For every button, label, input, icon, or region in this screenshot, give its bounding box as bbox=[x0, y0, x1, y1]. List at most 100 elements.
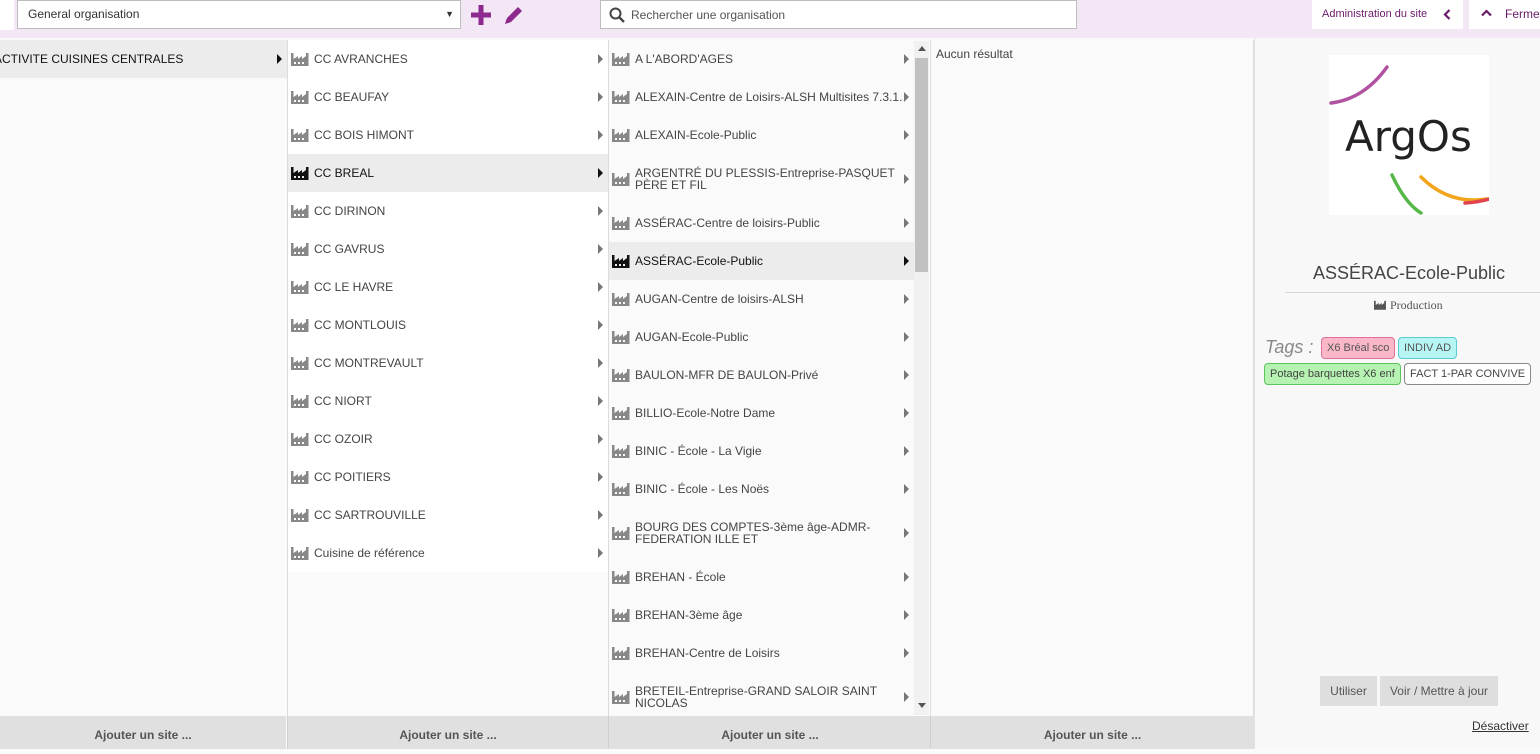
list-item-label: CC DIRINON bbox=[314, 204, 386, 218]
list-item-label: Cuisine de référence bbox=[314, 546, 425, 560]
list-item[interactable]: BREHAN-Centre de Loisirs bbox=[609, 634, 914, 672]
caret-right-icon bbox=[904, 408, 909, 418]
factory-icon bbox=[612, 571, 630, 584]
scroll-up-icon[interactable] bbox=[918, 46, 926, 51]
caret-right-icon bbox=[904, 332, 909, 342]
site-title: ASSÉRAC-Ecole-Public bbox=[1312, 263, 1506, 283]
list-item[interactable]: ALEXAIN-Centre de Loisirs-ALSH Multisite… bbox=[609, 78, 914, 116]
list-item[interactable]: ALEXAIN-Ecole-Public bbox=[609, 116, 914, 154]
add-site-button[interactable]: Ajouter un site ... bbox=[930, 716, 1254, 749]
list-item-activite-cuisines-centrales[interactable]: ACTIVITE CUISINES CENTRALES bbox=[0, 40, 287, 78]
factory-icon bbox=[612, 691, 630, 704]
organisation-select[interactable]: General organisation ▼ bbox=[17, 0, 461, 29]
view-update-button[interactable]: Voir / Mettre à jour bbox=[1380, 676, 1498, 706]
caret-right-icon bbox=[904, 54, 909, 64]
factory-icon bbox=[291, 357, 309, 370]
search-box[interactable] bbox=[600, 0, 1077, 29]
search-icon bbox=[609, 7, 625, 23]
close-button[interactable]: Fermer bbox=[1469, 0, 1540, 29]
caret-right-icon bbox=[598, 130, 603, 140]
list-item[interactable]: CC BOIS HIMONT bbox=[288, 116, 609, 154]
factory-icon bbox=[291, 433, 309, 446]
deactivate-link[interactable]: Désactiver bbox=[1472, 719, 1529, 733]
list-item[interactable]: CC SARTROUVILLE bbox=[288, 496, 609, 534]
plus-icon[interactable] bbox=[470, 4, 492, 26]
factory-icon bbox=[291, 91, 309, 104]
add-site-button[interactable]: Ajouter un site ... bbox=[287, 716, 608, 749]
list-item[interactable]: AUGAN-Ecole-Public bbox=[609, 318, 914, 356]
scrollbar-thumb[interactable] bbox=[915, 58, 928, 272]
list-item[interactable]: ARGENTRÉ DU PLESSIS-Entreprise-PASQUET P… bbox=[609, 154, 914, 204]
list-item[interactable]: BINIC - École - Les Noës bbox=[609, 470, 914, 508]
add-site-button[interactable]: Ajouter un site ... bbox=[0, 716, 286, 749]
list-item[interactable]: BREHAN - École bbox=[609, 558, 914, 596]
caret-right-icon bbox=[598, 358, 603, 368]
list-item[interactable]: CC OZOIR bbox=[288, 420, 609, 458]
column-list: A L'ABORD'AGES ALEXAIN-Centre de Loisirs… bbox=[609, 40, 914, 722]
caret-right-icon bbox=[904, 130, 909, 140]
caret-right-icon bbox=[904, 218, 909, 228]
site-type-label: Production bbox=[1390, 298, 1443, 312]
list-item[interactable]: ASSÉRAC-Ecole-Public bbox=[609, 242, 914, 280]
list-item[interactable]: CC BREAL bbox=[288, 154, 609, 192]
factory-icon bbox=[291, 129, 309, 142]
list-item-label: BRETEIL-Entreprise-GRAND SALOIR SAINT NI… bbox=[635, 684, 877, 710]
tag-badge: Potage barquettes X6 enf bbox=[1264, 363, 1401, 385]
column-sites: A L'ABORD'AGES ALEXAIN-Centre de Loisirs… bbox=[608, 40, 914, 716]
list-item[interactable]: CC AVRANCHES bbox=[288, 40, 609, 78]
search-input[interactable] bbox=[631, 5, 1061, 25]
list-item-label: BOURG DES COMPTES-3ème âge-ADMR-FEDERATI… bbox=[635, 520, 871, 546]
caret-right-icon bbox=[904, 370, 909, 380]
column-list: ACTIVITE CUISINES CENTRALES bbox=[0, 40, 287, 78]
list-item[interactable]: BILLIO-Ecole-Notre Dame bbox=[609, 394, 914, 432]
list-item[interactable]: AUGAN-Centre de loisirs-ALSH bbox=[609, 280, 914, 318]
list-item-label: ALEXAIN-Ecole-Public bbox=[635, 128, 757, 142]
site-admin-button[interactable]: Administration du site bbox=[1312, 0, 1463, 29]
list-item[interactable]: BOURG DES COMPTES-3ème âge-ADMR-FEDERATI… bbox=[609, 508, 914, 558]
organisation-logo: ArgOs bbox=[1329, 55, 1491, 215]
caret-right-icon bbox=[904, 294, 909, 304]
use-button[interactable]: Utiliser bbox=[1320, 676, 1377, 706]
factory-icon bbox=[612, 293, 630, 306]
add-site-button[interactable]: Ajouter un site ... bbox=[608, 716, 931, 749]
factory-icon bbox=[612, 369, 630, 382]
list-item-label: ALEXAIN-Centre de Loisirs-ALSH Multisite… bbox=[635, 91, 903, 103]
list-item[interactable]: BAULON-MFR DE BAULON-Privé bbox=[609, 356, 914, 394]
left-edge bbox=[0, 0, 14, 30]
list-item-label: BILLIO-Ecole-Notre Dame bbox=[635, 406, 776, 420]
list-item[interactable]: Cuisine de référence bbox=[288, 534, 609, 572]
list-item[interactable]: CC MONTLOUIS bbox=[288, 306, 609, 344]
caret-right-icon bbox=[598, 434, 603, 444]
site-admin-label: Administration du site bbox=[1322, 8, 1428, 20]
chevron-up-icon bbox=[1481, 9, 1492, 17]
list-item[interactable]: A L'ABORD'AGES bbox=[609, 40, 914, 78]
list-item-label: CC AVRANCHES bbox=[314, 52, 408, 66]
pencil-icon[interactable] bbox=[503, 4, 525, 26]
list-item-label: BAULON-MFR DE BAULON-Privé bbox=[635, 368, 819, 382]
caret-right-icon bbox=[904, 528, 909, 538]
list-item-label: CC NIORT bbox=[314, 394, 372, 408]
list-item[interactable]: BREHAN-3ème âge bbox=[609, 596, 914, 634]
list-item[interactable]: CC BEAUFAY bbox=[288, 78, 609, 116]
list-item[interactable]: CC DIRINON bbox=[288, 192, 609, 230]
chevron-down-icon: ▼ bbox=[445, 9, 454, 19]
list-item[interactable]: CC GAVRUS bbox=[288, 230, 609, 268]
list-item-label: ACTIVITE CUISINES CENTRALES bbox=[0, 52, 184, 66]
factory-icon bbox=[612, 129, 630, 142]
list-item[interactable]: ASSÉRAC-Centre de loisirs-Public bbox=[609, 204, 914, 242]
caret-right-icon bbox=[904, 610, 909, 620]
list-item[interactable]: CC POITIERS bbox=[288, 458, 609, 496]
list-item[interactable]: CC LE HAVRE bbox=[288, 268, 609, 306]
factory-icon bbox=[612, 91, 630, 104]
list-item[interactable]: CC NIORT bbox=[288, 382, 609, 420]
factory-icon bbox=[291, 319, 309, 332]
list-item[interactable]: BRETEIL-Entreprise-GRAND SALOIR SAINT NI… bbox=[609, 672, 914, 722]
factory-icon bbox=[291, 509, 309, 522]
factory-icon bbox=[612, 609, 630, 622]
list-item[interactable]: CC MONTREVAULT bbox=[288, 344, 609, 382]
divider bbox=[1285, 292, 1540, 293]
list-item[interactable]: BINIC - École - La Vigie bbox=[609, 432, 914, 470]
scroll-down-icon[interactable] bbox=[918, 703, 926, 708]
list-item-label: CC POITIERS bbox=[314, 470, 391, 484]
factory-icon bbox=[612, 173, 630, 186]
